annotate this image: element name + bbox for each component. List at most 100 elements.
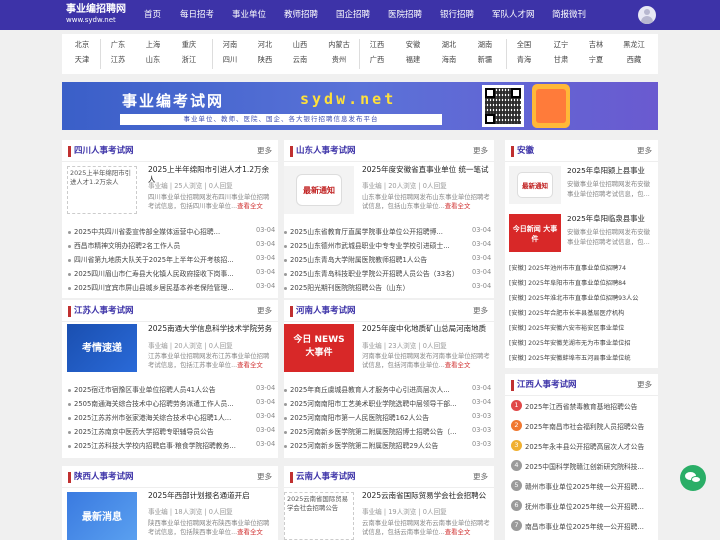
region-hainan[interactable]: 海南 (431, 55, 467, 65)
panel-title[interactable]: 山东人事考试网 (296, 144, 356, 156)
panel-title[interactable]: 江苏人事考试网 (74, 304, 134, 316)
more-link[interactable]: 更多 (257, 305, 272, 316)
list-item[interactable]: [安徽] 2025年合肥市长丰县基层医疗机构 (509, 308, 655, 317)
feature-image[interactable]: 最新通知 (284, 166, 354, 214)
region-tianjin[interactable]: 天津 (64, 55, 100, 65)
region-guangxi[interactable]: 广西 (359, 55, 395, 65)
list-item[interactable]: [安徽] 2025年安徽蚌埠市五河县事业单位统 (509, 353, 655, 362)
list-item[interactable]: 2025四川宜宾市屏山县城乡居民基本养老保险管理... (68, 282, 244, 292)
region-anhui[interactable]: 安徽 (395, 40, 431, 50)
list-item[interactable]: 2025山东青岛大学附属医院教师招聘1人公告 (284, 254, 464, 264)
feature-image[interactable]: 今日 NEWS 大事件 (284, 324, 354, 372)
nav-shiye[interactable]: 事业单位 (232, 0, 266, 30)
region-national[interactable]: 全国 (506, 40, 542, 50)
region-xizang[interactable]: 西藏 (616, 55, 652, 65)
panel-title[interactable]: 陕西人事考试网 (74, 470, 134, 482)
region-fujian[interactable]: 福建 (395, 55, 431, 65)
region-qinghai[interactable]: 青海 (506, 55, 542, 65)
read-all-link[interactable]: 查看全文 (445, 361, 471, 369)
list-item[interactable]: 西昌市精神文明办招聘2名工作人员 (68, 240, 244, 250)
region-hebei[interactable]: 河北 (247, 40, 283, 50)
nav-daily[interactable]: 每日招考 (180, 0, 214, 30)
read-all-link[interactable]: 查看全文 (445, 202, 471, 210)
list-item[interactable]: 2025河南新乡医学院第二附属医院招聘29人公告 (284, 440, 464, 450)
region-heilongjiang[interactable]: 黑龙江 (616, 40, 652, 50)
list-item[interactable]: 2025山东省教育厅直属学院事业单位公开招聘博... (284, 226, 464, 236)
nav-soe[interactable]: 国企招聘 (336, 0, 370, 30)
nav-bank[interactable]: 银行招聘 (440, 0, 474, 30)
region-henan[interactable]: 河南 (212, 40, 248, 50)
region-liaoning[interactable]: 辽宁 (543, 40, 579, 50)
region-sichuan[interactable]: 四川 (212, 55, 248, 65)
region-shanxi[interactable]: 山西 (282, 40, 318, 50)
list-item[interactable]: 2025河南南阳市第一人民医院招聘162人公告 (284, 412, 464, 422)
list-item[interactable]: 赣州市事业单位2025年统一公开招聘... (525, 481, 655, 491)
list-item[interactable]: 2025年南昌市社会福利院人员招聘公告 (525, 421, 655, 431)
list-item[interactable]: [安徽] 2025年阜阳市市直事业单位招聘84 (509, 278, 655, 287)
region-ningxia[interactable]: 宁夏 (578, 55, 614, 65)
list-item[interactable]: 2025年商丘虞城县教育人才服务中心引进高层次人... (284, 384, 464, 394)
feature-title[interactable]: 2025年西部计划报名通道开启 (148, 491, 274, 501)
nav-hospital[interactable]: 医院招聘 (388, 0, 422, 30)
region-gansu[interactable]: 甘肃 (543, 55, 579, 65)
list-item[interactable]: 2025宿迁市宿豫区事业单位招聘人员41人公告 (68, 384, 244, 394)
region-neimenggu[interactable]: 内蒙古 (321, 40, 357, 50)
more-link[interactable]: 更多 (473, 305, 488, 316)
list-item[interactable]: 2025中共四川省委宣传部全媒体运营中心招聘... (68, 226, 244, 236)
user-avatar-icon[interactable] (638, 6, 656, 24)
more-link[interactable]: 更多 (637, 379, 652, 390)
list-item[interactable]: 2025河南南阳市工艺美术职业学院选聘中层领导干部... (284, 398, 464, 408)
list-item[interactable]: 2025山东青岛科技职业学院公开招聘人员公告（33名） (284, 268, 464, 278)
list-item[interactable]: 2025江苏南京中医药大学招聘专职辅导员公告 (68, 426, 244, 436)
nav-newsletter[interactable]: 简报微刊 (552, 0, 586, 30)
region-beijing[interactable]: 北京 (64, 40, 100, 50)
list-item[interactable]: [安徽] 2025年安徽芜湖市无为市事业单位招 (509, 338, 655, 347)
list-item[interactable]: [安徽] 2025年淮北市市直事业单位招聘93人公 (509, 293, 655, 302)
banner[interactable]: 事业编考试网 sydw.net 事业单位、教师、医院、国企、各大银行招聘信息发布… (62, 82, 658, 130)
list-item[interactable]: 2025阳光期刊医院院招聘公告（山东） (284, 282, 464, 292)
feature-title[interactable]: 2025年度安徽省直事业单位 统一笔试 (362, 165, 490, 175)
list-item[interactable]: 2025山东德州市武城县职业中专专业学校引进硕士... (284, 240, 464, 250)
panel-title[interactable]: 江西人事考试网 (517, 378, 577, 390)
nav-home[interactable]: 首页 (144, 0, 161, 30)
region-jilin[interactable]: 吉林 (578, 40, 614, 50)
feature-title[interactable]: 2025年阜阳颍上县事业 (567, 166, 655, 176)
list-item[interactable]: 抚州市事业单位2025年统一公开招聘... (525, 501, 655, 511)
region-zhejiang[interactable]: 浙江 (171, 55, 207, 65)
feature-title[interactable]: 2025云南省国际贸易学会社会招聘公 (362, 491, 490, 501)
region-hunan[interactable]: 湖南 (467, 40, 503, 50)
more-link[interactable]: 更多 (473, 471, 488, 482)
more-link[interactable]: 更多 (257, 145, 272, 156)
list-item[interactable]: 2025中国科学院赣江创新研究院科技... (525, 461, 655, 471)
feature-title[interactable]: 2025南通大学信息科学技术学院劳务 (148, 324, 274, 334)
feature-image[interactable]: 最新消息 (67, 492, 137, 540)
region-shaanxi[interactable]: 陕西 (247, 55, 283, 65)
region-shandong[interactable]: 山东 (135, 55, 171, 65)
nav-military[interactable]: 军队人才网 (492, 0, 535, 30)
list-item[interactable]: 四川省第九地质大队关于2025年上半年公开考核招... (68, 254, 244, 264)
site-logo[interactable]: 事业编招聘网 www.sydw.net (66, 4, 126, 25)
list-item[interactable]: 2025年江西省禁毒教育基地招聘公告 (525, 401, 655, 411)
list-item[interactable]: 2025江苏苏州市张家港海关综合技术中心招聘1人... (68, 412, 244, 422)
more-link[interactable]: 更多 (473, 145, 488, 156)
feature-image[interactable]: 2025上半年绵阳市引进人才1.2万余人 (67, 166, 137, 214)
list-item[interactable]: 2025河南新乡医学院第二附属医院招博士招聘公告（... (284, 426, 464, 436)
list-item[interactable]: 2025年永丰县公开招聘高层次人才公告 (525, 441, 655, 451)
region-yunnan[interactable]: 云南 (282, 55, 318, 65)
region-jiangsu[interactable]: 江苏 (100, 55, 136, 65)
region-guangdong[interactable]: 广东 (100, 40, 136, 50)
read-all-link[interactable]: 查看全文 (237, 361, 263, 369)
panel-title[interactable]: 安徽 (517, 144, 534, 156)
feature-image[interactable]: 2025云南省国际贸易学会社会招聘公告 (284, 492, 354, 540)
feature-title[interactable]: 2025年度中化地质矿山总局河南地质 (362, 324, 490, 334)
list-item[interactable]: 南昌市事业单位2025年统一公开招聘... (525, 521, 655, 531)
region-guizhou[interactable]: 贵州 (321, 55, 357, 65)
list-item[interactable]: [安徽] 2025年安徽六安市裕安区事业单位 (509, 323, 655, 332)
list-item[interactable]: 2025江苏科技大学校内招聘启事·粮食学院招聘教务... (68, 440, 244, 450)
more-link[interactable]: 更多 (257, 471, 272, 482)
feature-image[interactable]: 考情速递 (67, 324, 137, 372)
region-chongqing[interactable]: 重庆 (171, 40, 207, 50)
panel-title[interactable]: 云南人事考试网 (296, 470, 356, 482)
nav-teacher[interactable]: 教师招聘 (284, 0, 318, 30)
more-link[interactable]: 更多 (637, 145, 652, 156)
